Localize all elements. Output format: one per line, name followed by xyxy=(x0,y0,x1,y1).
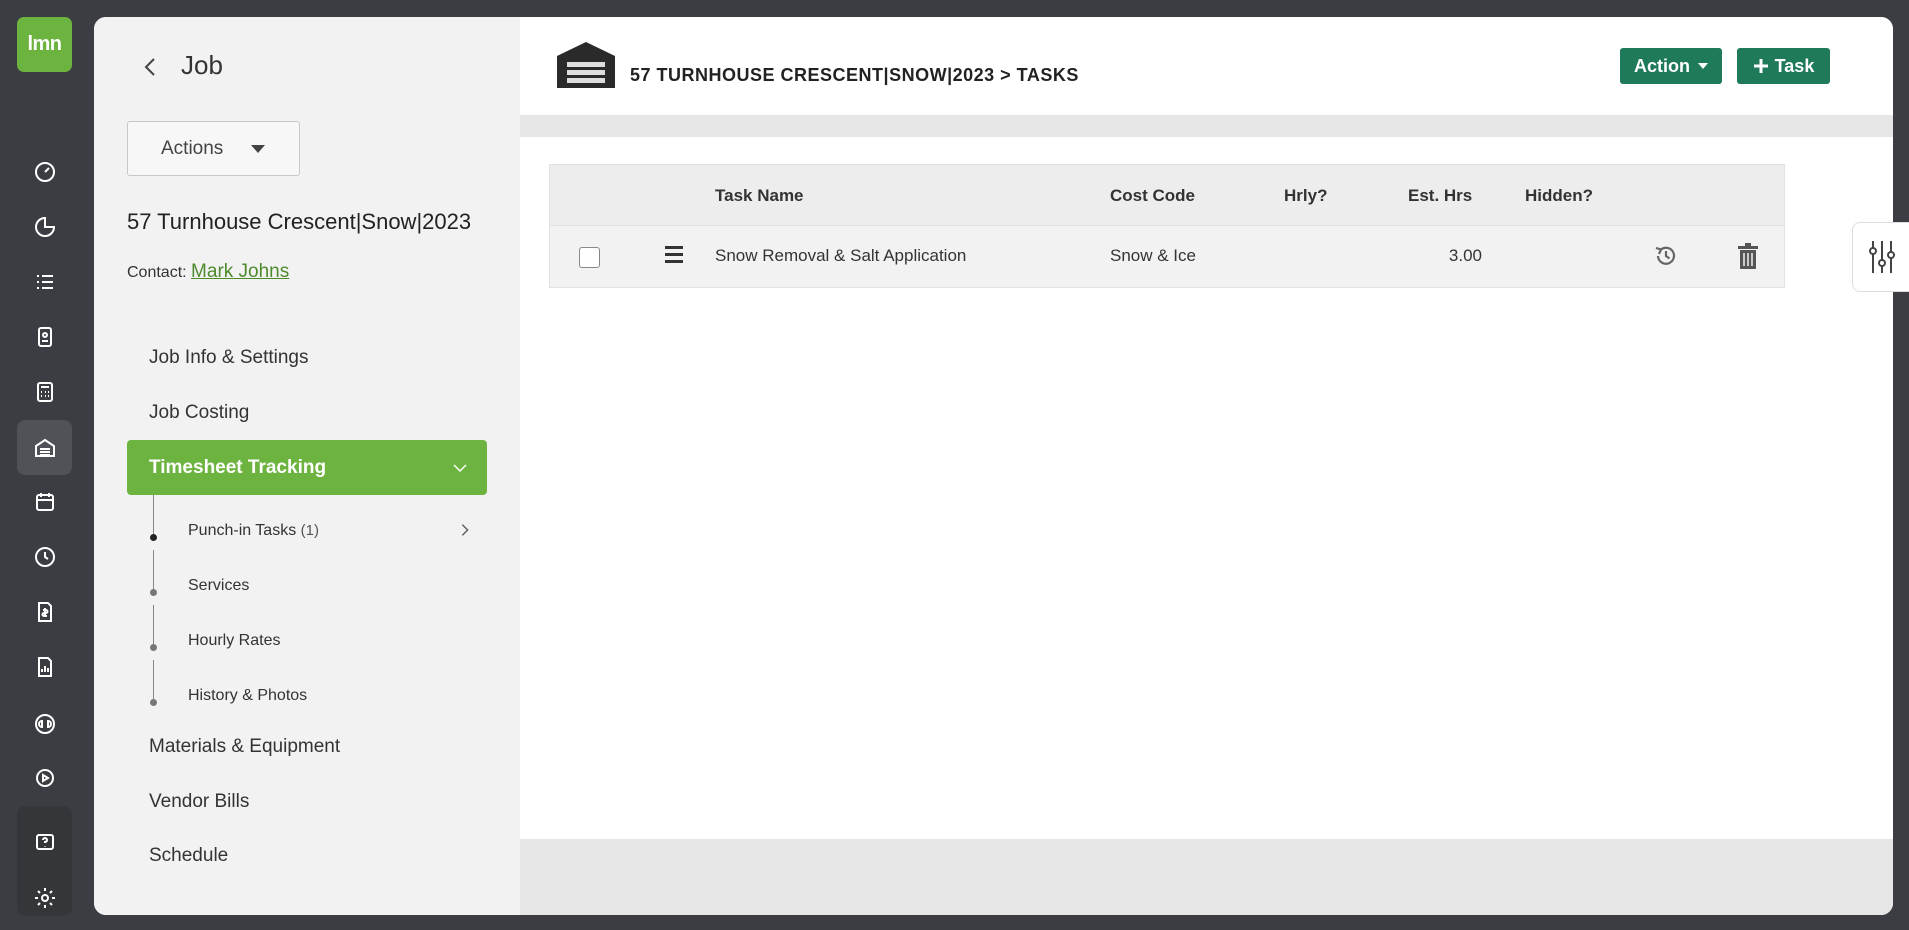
sub-nav-services[interactable]: Services xyxy=(188,577,249,595)
back-arrow-icon[interactable] xyxy=(139,55,163,79)
footer-band xyxy=(520,839,1893,915)
gear-icon[interactable] xyxy=(17,870,72,925)
contact-link[interactable]: Mark Johns xyxy=(191,261,289,282)
logo-text: lmn xyxy=(27,33,62,55)
caret-down-icon xyxy=(251,144,266,153)
table-header: Task Name Cost Code Hrly? Est. Hrs Hidde… xyxy=(549,164,1785,226)
tree-line xyxy=(153,495,154,535)
plus-icon xyxy=(1753,59,1768,73)
contact-label: Contact: xyxy=(127,264,187,281)
calculator-icon[interactable] xyxy=(17,364,72,419)
divider-band xyxy=(520,115,1893,137)
est-hrs-cell: 3.00 xyxy=(1448,246,1482,265)
tree-dot xyxy=(150,699,157,706)
help-icon[interactable] xyxy=(17,815,72,870)
caret-down-icon xyxy=(1698,63,1708,69)
sub-nav-punch-in-tasks[interactable]: Punch-in Tasks (1) xyxy=(188,522,319,540)
actions-label: Actions xyxy=(161,137,224,159)
nav-job-info[interactable]: Job Info & Settings xyxy=(149,347,309,369)
chart-icon[interactable] xyxy=(17,199,72,254)
add-task-button[interactable]: Task xyxy=(1737,48,1830,84)
col-hidden[interactable]: Hidden? xyxy=(1525,186,1593,206)
col-task-name[interactable]: Task Name xyxy=(715,186,804,206)
nav-vendor-bills[interactable]: Vendor Bills xyxy=(149,791,249,813)
nav-timesheet-tracking[interactable]: Timesheet Tracking xyxy=(127,440,487,495)
sub-nav-label: Punch-in Tasks xyxy=(188,522,297,539)
lmn-logo[interactable]: lmn xyxy=(17,17,72,72)
main-card: Job Actions 57 Turnhouse Crescent|Snow|2… xyxy=(94,17,1893,915)
tree-line xyxy=(153,660,154,700)
cost-code-cell: Snow & Ice xyxy=(1110,246,1196,265)
nav-materials-equipment[interactable]: Materials & Equipment xyxy=(149,736,340,758)
job-name: 57 Turnhouse Crescent|Snow|2023 xyxy=(127,209,472,234)
contact-line: Contact: Mark Johns xyxy=(127,261,289,283)
calendar-icon[interactable] xyxy=(17,474,72,529)
nav-schedule[interactable]: Schedule xyxy=(149,845,228,867)
col-cost-code[interactable]: Cost Code xyxy=(1110,186,1195,206)
quickbooks-icon[interactable] xyxy=(17,696,72,751)
list-icon[interactable] xyxy=(17,254,72,309)
task-count: (1) xyxy=(300,522,319,539)
report-icon[interactable] xyxy=(17,639,72,694)
filter-settings-tab[interactable] xyxy=(1852,222,1909,292)
sliders-icon xyxy=(1869,241,1895,273)
chevron-right-icon[interactable] xyxy=(457,522,473,538)
row-checkbox[interactable] xyxy=(579,247,600,268)
chevron-down-icon xyxy=(453,463,467,472)
tree-dot xyxy=(150,534,157,541)
sub-nav-hourly-rates[interactable]: Hourly Rates xyxy=(188,632,280,650)
garage-icon[interactable] xyxy=(17,420,72,475)
col-hourly[interactable]: Hrly? xyxy=(1284,186,1327,206)
action-label: Action xyxy=(1634,55,1690,76)
actions-dropdown-button[interactable]: Actions xyxy=(127,121,300,176)
tree-dot xyxy=(150,589,157,596)
garage-building-icon xyxy=(557,42,615,88)
table-row[interactable]: Snow Removal & Salt Application Snow & I… xyxy=(549,226,1785,288)
invoice-icon[interactable] xyxy=(17,584,72,639)
play-icon[interactable] xyxy=(17,750,72,805)
page-title: 57 TURNHOUSE CRESCENT|SNOW|2023 > TASKS xyxy=(630,65,1079,85)
add-task-label: Task xyxy=(1774,55,1815,76)
col-est-hrs[interactable]: Est. Hrs xyxy=(1408,186,1472,206)
nav-timesheet-label: Timesheet Tracking xyxy=(149,456,327,478)
sub-nav-history-photos[interactable]: History & Photos xyxy=(188,687,307,705)
tree-dot xyxy=(150,644,157,651)
task-name-cell: Snow Removal & Salt Application xyxy=(715,246,967,265)
tree-line xyxy=(153,550,154,590)
history-icon[interactable] xyxy=(1653,243,1679,269)
tasks-table: Task Name Cost Code Hrly? Est. Hrs Hidde… xyxy=(549,164,1785,288)
nav-job-costing[interactable]: Job Costing xyxy=(149,402,249,424)
job-sidebar: Job Actions 57 Turnhouse Crescent|Snow|2… xyxy=(94,17,520,915)
drag-handle-icon[interactable] xyxy=(665,246,683,264)
content-area: 57 TURNHOUSE CRESCENT|SNOW|2023 > TASKS … xyxy=(520,17,1893,915)
trash-icon[interactable] xyxy=(1737,243,1759,269)
clock-icon[interactable] xyxy=(17,529,72,584)
tree-line xyxy=(153,605,154,645)
app-rail: lmn xyxy=(0,0,89,930)
dashboard-icon[interactable] xyxy=(17,144,72,199)
action-dropdown-button[interactable]: Action xyxy=(1620,48,1722,84)
contact-card-icon[interactable] xyxy=(17,309,72,364)
sidebar-title: Job xyxy=(181,50,223,80)
